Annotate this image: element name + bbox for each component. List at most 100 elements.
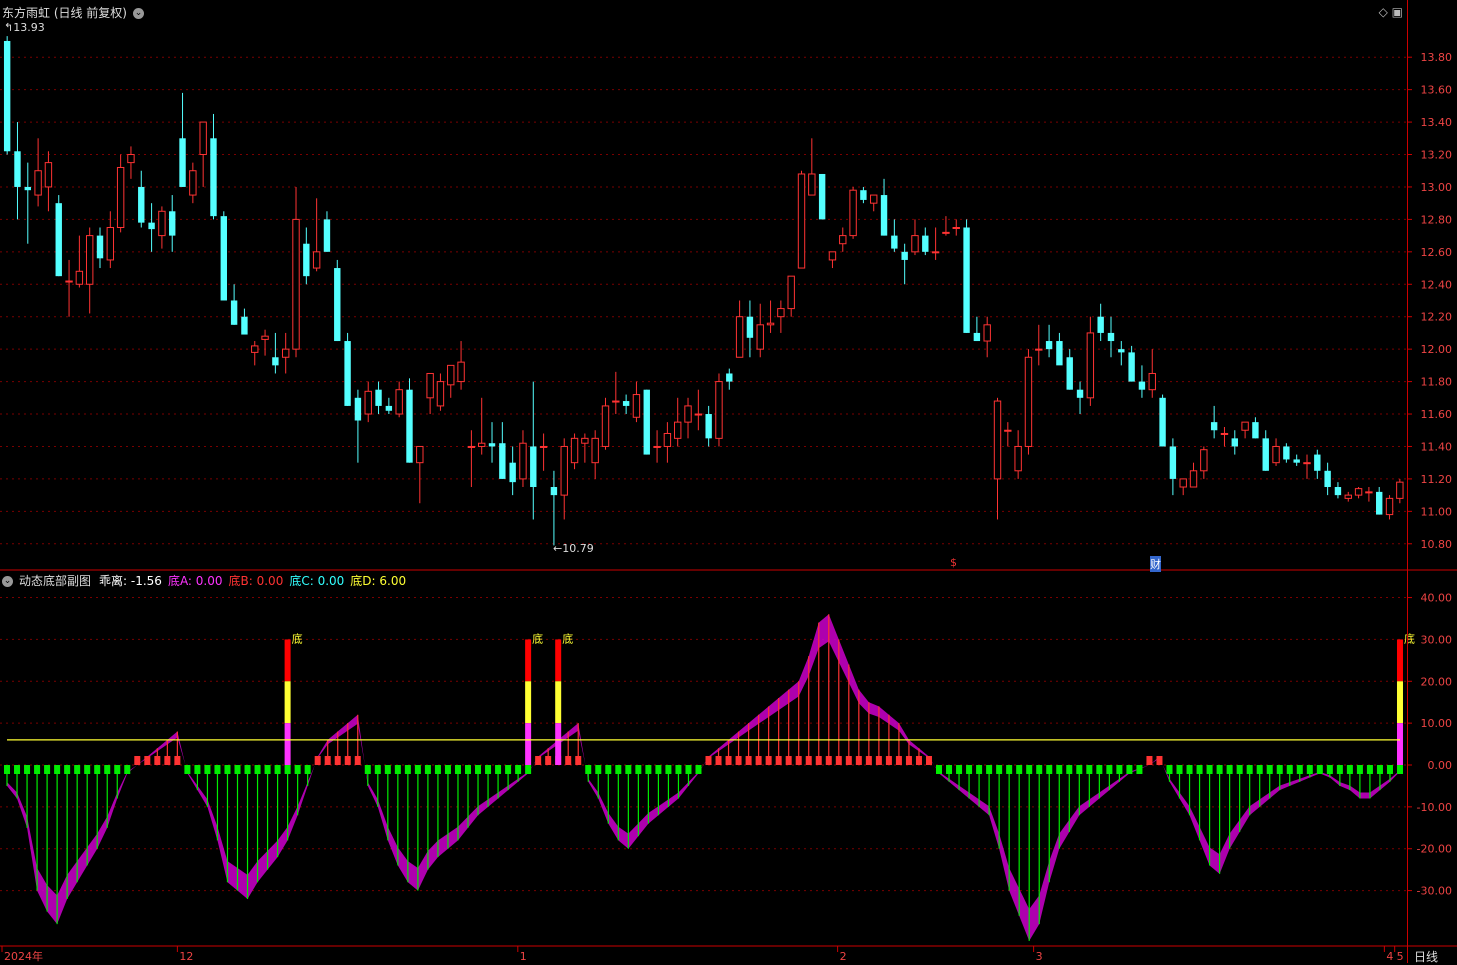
bias-marker [14,765,21,774]
bottom-signal-bar-low [284,723,291,765]
bias-marker [705,756,712,765]
candle-body [591,437,599,464]
bias-marker [454,765,461,774]
low-price-marker: ←10.79 [553,542,594,555]
bias-marker [685,765,692,774]
candle-body [395,389,403,415]
candle-body [674,421,682,439]
bias-marker [44,765,51,774]
candle-body [261,335,269,340]
candle-body [1262,438,1269,471]
bias-marker [154,756,161,765]
bottom-signal-bar-top [555,639,562,682]
bias-marker [1286,765,1293,774]
bias-marker [715,756,722,765]
bias-marker [695,765,702,774]
candle-body [560,445,568,496]
bias-marker [1036,765,1043,774]
date-tick-label: 1 [520,950,527,963]
bias-marker [986,765,993,774]
bias-marker [1366,765,1373,774]
candle-body [1396,481,1404,499]
chevron-down-icon[interactable]: ⌄ [2,576,13,587]
chevron-down-icon[interactable]: ⌄ [133,8,144,19]
diamond-icon[interactable]: ◇ [1379,5,1388,19]
bias-marker [525,765,532,774]
candle-body [251,345,259,353]
bias-marker [755,756,762,765]
candle-body [220,216,227,301]
candle-body [1293,459,1300,463]
bottom-signal-bar-top [284,639,291,682]
bias-marker [1196,765,1203,774]
bias-marker [585,765,592,774]
bias-marker [114,765,121,774]
bias-marker [1386,765,1393,774]
candle-body [1138,381,1146,390]
candle-body [612,400,620,403]
indicator-title[interactable]: 动态底部副图 [19,574,91,588]
candle-body [467,445,476,448]
candle-body [539,445,548,448]
candle-body [777,308,785,318]
bias-marker [364,765,371,774]
bias-marker [635,765,642,774]
period-label[interactable]: 日线 [1414,948,1438,965]
bias-marker [1136,765,1143,774]
date-tick-label: 5 [1397,950,1404,963]
candle-body [849,189,857,237]
dividend-marker[interactable]: $ [950,556,957,569]
candle-body [694,413,703,416]
candle-body [828,251,837,261]
bias-marker [825,756,832,765]
candle-body [169,211,176,236]
bias-marker [1336,765,1343,774]
bias-marker [304,765,311,774]
bias-marker [1276,765,1283,774]
candle-body [1159,397,1166,447]
bias-marker [224,765,231,774]
candle-body [880,195,888,236]
bias-marker [895,756,902,765]
candle-body [106,227,115,261]
bias-marker [1206,765,1213,774]
date-tick-label: 12 [179,950,193,963]
candle-body [189,170,197,196]
candle-body [96,235,104,259]
sub-panel-header: ⌄ 动态底部副图 乖离: -1.56 底A: 0.00 底B: 0.00 底C: 0.00… [2,572,418,589]
chart-canvas[interactable]: 13.8013.6013.4013.2013.0012.8012.6012.40… [0,0,1457,963]
indicator-value-4: 底D: 6.00 [350,574,407,588]
bias-marker [1016,765,1023,774]
maximize-icon[interactable]: ▣ [1392,5,1403,19]
candle-body [818,173,826,220]
bias-marker [775,756,782,765]
stock-title[interactable]: 东方雨虹 (日线 前复权) [2,6,127,20]
finance-report-marker[interactable]: 财 [1150,556,1161,572]
bias-marker [244,765,251,774]
candle-body [756,324,764,350]
candle-body [509,462,516,483]
bias-marker [565,756,572,765]
candle-body [375,389,382,406]
bias-marker [1086,765,1093,774]
bias-marker [1096,765,1103,774]
price-axis[interactable] [1407,0,1457,963]
candle-body [942,231,950,234]
candle-body [199,121,207,156]
candle-body [65,280,73,283]
bias-marker [164,756,171,765]
candle-body [1128,352,1135,382]
bias-marker [475,765,482,774]
candle-body [281,348,290,358]
candle-body [1252,422,1259,439]
bias-marker [1376,765,1383,774]
candle-body [1066,357,1073,390]
candle-body [210,138,217,217]
bias-marker [1046,765,1053,774]
indicator-value-2: 底B: 0.00 [228,574,284,588]
bias-marker [966,765,973,774]
candle-body [983,324,991,342]
candle-body [643,389,650,455]
candle-body [312,251,321,269]
candle-body [3,40,11,152]
